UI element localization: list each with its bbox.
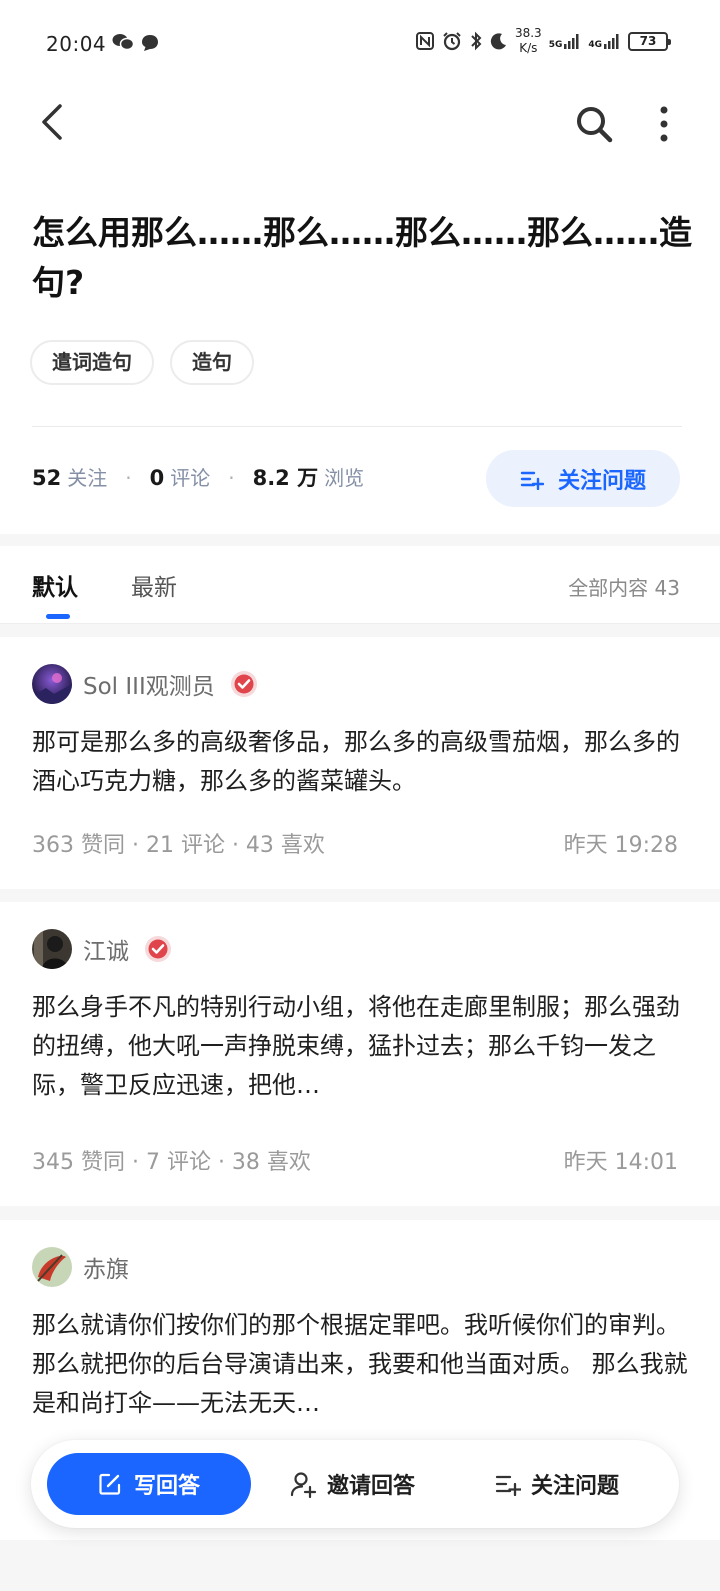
question-tags: 遣词造句 造句 xyxy=(30,340,254,385)
total-content-count[interactable]: 全部内容 43 xyxy=(568,572,680,601)
answer-stats: 363 赞同 · 21 评论 · 43 喜欢 xyxy=(32,833,325,858)
bluetooth-icon xyxy=(471,31,482,51)
signal-4g-label: 4G xyxy=(588,40,602,50)
write-answer-button[interactable]: 写回答 xyxy=(47,1453,251,1515)
moon-icon xyxy=(490,33,506,50)
bottom-action-bar: 写回答 邀请回答 关注问题 xyxy=(31,1440,679,1528)
answer-time: 昨天 14:01 xyxy=(563,1150,678,1175)
verified-badge-icon xyxy=(230,671,257,697)
network-speed-unit: K/s xyxy=(519,41,538,55)
edit-icon xyxy=(99,1473,121,1495)
avatar[interactable] xyxy=(32,929,72,969)
follow-question-label: 关注问题 xyxy=(557,468,646,494)
network-speed-value: 38.3 xyxy=(514,26,542,40)
verified-badge-icon xyxy=(145,936,171,962)
app-bar xyxy=(0,80,720,172)
signal-bars-icon xyxy=(604,34,619,49)
follow-label: 关注 xyxy=(67,466,108,490)
answer-card[interactable]: Sol III观测员 那可是那么多的高级奢侈品，那么多的高级雪茄烟，那么多的酒心… xyxy=(0,637,720,889)
divider xyxy=(32,426,682,427)
status-bar: 20:04 38.3 K/s 5G 4G 73 xyxy=(0,0,720,80)
answer-excerpt[interactable]: 那么身手不凡的特别行动小组，将他在走廊里制服；那么强劲的扭缚，他大吼一声挣脱束缚… xyxy=(32,988,688,1105)
answer-author[interactable]: Sol III观测员 xyxy=(32,664,258,704)
battery-indicator: 73 xyxy=(628,31,671,51)
invite-user-icon xyxy=(290,1472,317,1498)
signal-5g-label: 5G xyxy=(548,40,563,50)
question-stats: 52 关注 · 0 评论 · 8.2 万 浏览 xyxy=(32,462,364,492)
view-count: 8.2 万 xyxy=(252,466,319,490)
answer-excerpt[interactable]: 那可是那么多的高级奢侈品，那么多的高级雪茄烟，那么多的酒心巧克力糖，那么多的酱菜… xyxy=(32,723,688,801)
follow-question-bottom-button[interactable]: 关注问题 xyxy=(495,1453,619,1515)
back-arrow-icon[interactable] xyxy=(36,100,72,144)
network-speed: 38.3 K/s xyxy=(515,26,542,56)
status-time: 20:04 xyxy=(46,32,107,56)
signal-4g: 4G xyxy=(588,32,621,50)
battery-level: 73 xyxy=(639,34,657,48)
separator-dot: · xyxy=(125,466,132,490)
author-name[interactable]: Sol III观测员 xyxy=(83,667,215,701)
alarm-icon xyxy=(443,32,461,51)
write-answer-label: 写回答 xyxy=(133,1474,200,1499)
author-name[interactable]: 江诚 xyxy=(83,932,129,966)
active-tab-indicator xyxy=(46,614,70,619)
avatar[interactable] xyxy=(32,664,72,704)
answer-tabs: 默认 最新 全部内容 43 xyxy=(0,546,720,624)
search-icon[interactable] xyxy=(574,104,614,144)
invite-answer-label: 邀请回答 xyxy=(327,1474,416,1499)
invite-answer-button[interactable]: 邀请回答 xyxy=(289,1453,415,1515)
answer-author[interactable]: 江诚 xyxy=(32,929,172,969)
tab-default[interactable]: 默认 xyxy=(32,568,78,602)
signal-5g: 5G xyxy=(549,32,582,50)
answer-excerpt[interactable]: 那么就请你们按你们的那个根据定罪吧。我听候你们的审判。 那么就把你的后台导演请出… xyxy=(32,1306,688,1423)
tab-latest[interactable]: 最新 xyxy=(131,568,177,602)
nfc-icon xyxy=(415,32,434,50)
follow-question-button[interactable]: 关注问题 xyxy=(486,450,680,507)
view-label: 浏览 xyxy=(324,466,365,490)
answer-stats: 345 赞同 · 7 评论 · 38 喜欢 xyxy=(32,1150,311,1175)
follow-list-icon xyxy=(520,471,544,490)
answer-time: 昨天 19:28 xyxy=(563,833,678,858)
comment-label: 评论 xyxy=(170,466,211,490)
more-options-icon[interactable] xyxy=(650,104,678,144)
question-title: 怎么用那么……那么……那么……那么……造句? xyxy=(32,213,692,302)
status-notification-icons xyxy=(112,33,160,53)
answer-card[interactable]: 江诚 那么身手不凡的特别行动小组，将他在走廊里制服；那么强劲的扭缚，他大吼一声挣… xyxy=(0,902,720,1206)
topic-tag[interactable]: 造句 xyxy=(170,340,254,385)
separator-dot: · xyxy=(228,466,235,490)
follow-list-icon xyxy=(495,1475,521,1496)
message-icon xyxy=(142,35,158,51)
status-system-icons: 38.3 K/s 5G 4G 73 xyxy=(415,26,671,56)
answer-author[interactable]: 赤旗 xyxy=(32,1247,129,1287)
signal-bars-icon xyxy=(564,34,579,49)
topic-tag[interactable]: 遣词造句 xyxy=(30,340,154,385)
follow-count: 52 xyxy=(32,466,62,490)
wechat-icon xyxy=(112,34,134,51)
avatar[interactable] xyxy=(32,1247,72,1287)
follow-question-bottom-label: 关注问题 xyxy=(531,1474,620,1499)
comment-count: 0 xyxy=(149,466,165,490)
question-header: 怎么用那么……那么……那么……那么……造句? 遣词造句 造句 52 关注 · 0… xyxy=(0,172,720,534)
author-name[interactable]: 赤旗 xyxy=(83,1250,129,1284)
